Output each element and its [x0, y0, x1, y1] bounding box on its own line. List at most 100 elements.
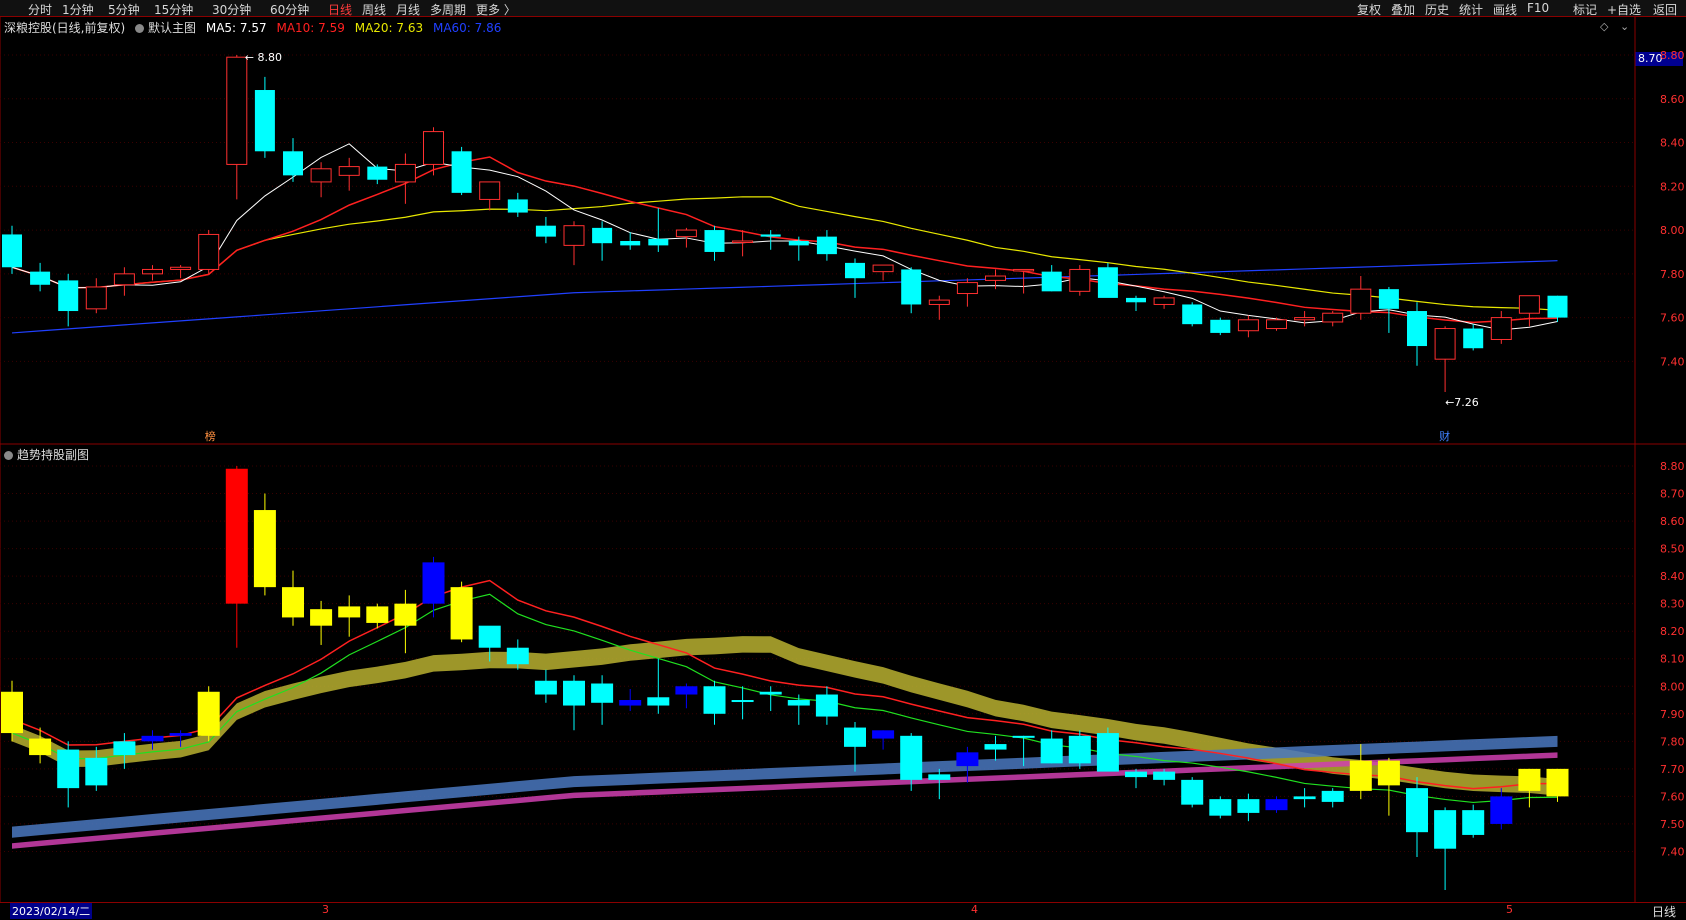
sub-candle-body: [647, 697, 670, 706]
main-candle-body: [2, 234, 22, 268]
main-y-tick: 8.80: [1660, 49, 1685, 62]
sub-candle-body: [169, 733, 192, 736]
main-y-tick: 7.80: [1660, 268, 1685, 281]
sub-y-tick: 8.10: [1660, 653, 1685, 666]
main-candle-body: [816, 236, 837, 255]
sub-candle-body: [591, 683, 614, 703]
sub-candle-body: [1237, 799, 1260, 813]
month-label-5: 5: [1506, 903, 1513, 916]
main-candle-body: [845, 262, 865, 279]
sub-candle-body: [1012, 735, 1035, 738]
main-candle-body: [1294, 317, 1316, 321]
sub-candle-body: [1209, 799, 1232, 816]
sub-candle-body: [956, 752, 979, 767]
date-axis: 2023/02/14/二 3 4 5 日线: [0, 902, 1686, 919]
main-candle-body: [1097, 267, 1118, 298]
main-candle-body: [648, 238, 669, 246]
sub-candle-body: [450, 587, 473, 640]
sub-candle-body: [1265, 799, 1288, 811]
sub-candle-body: [759, 691, 782, 695]
main-candle-body: [1126, 297, 1146, 303]
sub-candle-body: [900, 735, 923, 780]
main-candle-body: [85, 286, 107, 310]
sub-candle-body: [478, 625, 501, 648]
sub-candle-body: [731, 700, 754, 703]
main-candle-body: [956, 282, 978, 295]
sub-y-tick: 8.50: [1660, 543, 1685, 556]
main-candle-body: [113, 273, 135, 286]
sub-y-tick: 7.80: [1660, 735, 1685, 748]
main-candle-body: [704, 230, 725, 252]
main-candle-body: [1266, 319, 1287, 330]
main-candle-body: [592, 227, 613, 244]
sub-candle-body: [141, 735, 164, 742]
main-candle-body: [985, 275, 1006, 281]
sub-candle-body: [366, 606, 389, 623]
cursor-date: 2023/02/14/二: [10, 903, 93, 919]
sub-candle-body: [1, 691, 23, 734]
main-candle-body: [760, 234, 781, 237]
sub-candle-body: [29, 738, 52, 756]
main-candle-body: [1518, 295, 1540, 314]
main-candle-body: [620, 241, 641, 246]
main-candle-body: [1434, 328, 1456, 360]
main-y-tick: 7.60: [1660, 312, 1685, 325]
main-candle-body: [1153, 297, 1175, 305]
rank-marker: 榜: [205, 429, 216, 443]
main-candle-body: [1182, 304, 1203, 325]
sub-candle-body: [787, 700, 810, 706]
sub-candle-body: [619, 700, 642, 706]
month-label-3: 3: [322, 903, 329, 916]
main-y-tick: 7.40: [1660, 355, 1685, 368]
sub-y-tick: 8.70: [1660, 488, 1685, 501]
month-label-4: 4: [971, 903, 978, 916]
main-candle-body: [394, 163, 416, 183]
ma5-line: [11, 143, 1558, 331]
main-candle-body: [1490, 317, 1512, 340]
sub-candle-body: [1096, 733, 1119, 772]
high-price-label: ← 8.80: [245, 51, 282, 64]
main-candle-body: [254, 90, 275, 152]
sub-candle-body: [1434, 810, 1457, 849]
main-candle-body: [1378, 289, 1399, 309]
kline-chart[interactable]: 8.80 8.60 8.40 8.20 8.00 7.80 7.60 7.40 8.80 8.70…: [0, 17, 1686, 902]
sub-candle-body: [506, 647, 529, 665]
sub-candle-body: [1518, 768, 1541, 791]
sub-candle-body: [703, 686, 726, 714]
main-candle-body: [901, 269, 922, 305]
sub-candle-body: [197, 691, 220, 736]
sub-candle-body: [1068, 735, 1091, 764]
main-candle-body: [198, 233, 220, 270]
low-price-label: ←7.26: [1445, 396, 1479, 409]
sub-candle-body: [1349, 760, 1372, 791]
sub-candle-body: [1546, 768, 1569, 797]
top-toolbar: 分时 1分钟 5分钟 15分钟 30分钟 60分钟 日线 周线 月线 多周期 更多 〉返回 +自选 标记…: [0, 0, 1686, 17]
finance-marker: 财: [1439, 429, 1450, 443]
main-candle-body: [928, 299, 950, 305]
main-candle-body: [563, 225, 585, 246]
sub-candle-body: [57, 749, 80, 789]
main-candle-body: [788, 241, 809, 246]
sub-y-tick: 8.30: [1660, 598, 1685, 611]
toolbar-right-5[interactable]: F10: [1527, 1, 1549, 15]
sub-candle-body: [928, 774, 951, 780]
period-label: 日线: [1651, 905, 1676, 919]
sub-candle-body: [1040, 738, 1063, 764]
main-candle-body: [170, 266, 192, 270]
sub-y-tick: 7.90: [1660, 708, 1685, 721]
sub-candle-body: [422, 562, 445, 604]
sub-candle-body: [1462, 810, 1485, 835]
sub-y-tick: 7.60: [1660, 790, 1685, 803]
main-candle-body: [30, 271, 51, 285]
sub-candle-body: [338, 606, 361, 618]
sub-candle-body: [1181, 779, 1204, 805]
sub-y-tick: 8.00: [1660, 680, 1685, 693]
sub-candle-body: [563, 680, 585, 706]
sub-candle-body: [113, 741, 136, 756]
sub-candle-body: [85, 757, 108, 786]
main-candle-body: [872, 264, 894, 273]
sub-candle-body: [394, 603, 417, 626]
main-candle-body: [1322, 312, 1344, 323]
main-candle-body: [310, 168, 332, 183]
main-candle-body: [58, 280, 79, 312]
